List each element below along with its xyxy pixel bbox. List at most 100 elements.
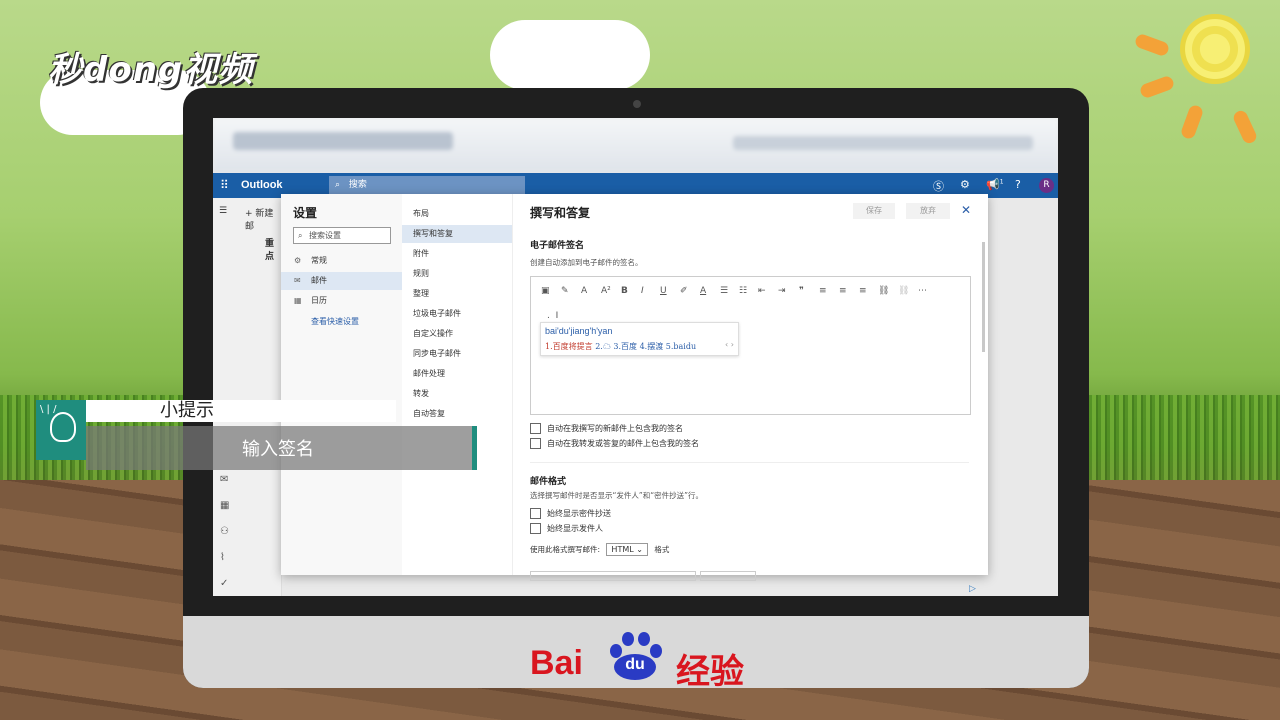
- mail-icon[interactable]: ✉: [220, 474, 228, 485]
- subcategory-forwarding[interactable]: 转发: [402, 385, 512, 403]
- avatar[interactable]: R: [1039, 178, 1054, 193]
- highlight-icon[interactable]: ✐: [680, 286, 688, 296]
- subcategory-custom-actions[interactable]: 自定义操作: [402, 325, 512, 343]
- people-icon[interactable]: ⚇: [220, 526, 229, 537]
- todo-icon[interactable]: ✓: [220, 578, 228, 589]
- italic-icon[interactable]: I: [641, 286, 644, 296]
- signature-desc: 创建自动添加到电子邮件的签名。: [530, 258, 643, 267]
- category-general[interactable]: ⚙ 常规: [281, 252, 402, 270]
- settings-title: 设置: [293, 206, 318, 220]
- underline-icon[interactable]: U: [660, 286, 667, 296]
- indent-icon[interactable]: ⇥: [778, 286, 786, 296]
- size-select-partial[interactable]: [700, 571, 756, 581]
- megaphone-icon[interactable]: 📢1: [986, 178, 1004, 191]
- ime-page-arrows[interactable]: ‹ ›: [725, 340, 734, 349]
- calendar-icon[interactable]: ▦: [220, 500, 229, 511]
- compose-reply-panel: 撰写和答复 保存 放弃 ✕ 电子邮件签名 创建自动添加到电子邮件的签名。 ▣ ✎…: [512, 194, 988, 581]
- jingyan-text: 经验: [676, 652, 744, 692]
- subcategory-auto-reply[interactable]: 自动答复: [402, 405, 512, 423]
- scrollbar[interactable]: [982, 242, 985, 352]
- left-rail: ☰ + 新建邮 重点 ✉ ▦ ⚇ ⌇ ✓: [213, 198, 282, 596]
- ime-pinyin: bai'du'jiang'h'yan: [545, 326, 613, 336]
- format-select[interactable]: HTML ⌄: [606, 543, 648, 556]
- numbering-icon[interactable]: ☷: [739, 286, 747, 296]
- font-select-partial[interactable]: [530, 571, 696, 581]
- focused-tab[interactable]: 重点: [265, 236, 281, 262]
- include-signature-new-checkbox[interactable]: 自动在我撰写的新邮件上包含我的签名: [530, 423, 683, 434]
- checkbox-label: 始终显示密件抄送: [547, 509, 611, 518]
- font-color-icon[interactable]: A: [700, 286, 706, 296]
- ime-candidate[interactable]: 3.百度: [613, 342, 637, 351]
- sun-icon: [1180, 14, 1250, 84]
- subcategory-label: 转发: [413, 389, 429, 398]
- search-input[interactable]: ⌕ 搜索: [329, 176, 525, 194]
- ime-candidate[interactable]: 5.baidu: [666, 342, 696, 351]
- discard-button[interactable]: 放弃: [906, 203, 950, 219]
- chevron-down-icon: ⌄: [636, 545, 643, 554]
- category-calendar[interactable]: ▦ 日历: [281, 292, 402, 310]
- format-label: 使用此格式撰写邮件:: [530, 545, 601, 554]
- app-title[interactable]: Outlook: [241, 179, 283, 191]
- align-left-icon[interactable]: ≡: [819, 286, 827, 296]
- format-suffix: 格式: [654, 545, 670, 554]
- outdent-icon[interactable]: ⇤: [758, 286, 766, 296]
- checkbox-label: 自动在我撰写的新邮件上包含我的签名: [547, 424, 683, 433]
- settings-search-input[interactable]: ⌕ 搜索设置: [293, 227, 391, 244]
- ime-candidate[interactable]: 2.☁: [595, 342, 611, 351]
- format-select-value: HTML: [611, 545, 634, 554]
- unlink-icon[interactable]: ⛓: [898, 286, 909, 296]
- brand-logo-top: 秒dong视频: [48, 50, 254, 90]
- help-icon[interactable]: ?: [1015, 178, 1021, 191]
- include-signature-reply-checkbox[interactable]: 自动在我转发或答复的邮件上包含我的签名: [530, 438, 699, 449]
- subcategory-label: 同步电子邮件: [413, 349, 461, 358]
- font-icon[interactable]: A: [581, 286, 587, 296]
- align-center-icon[interactable]: ≡: [839, 286, 847, 296]
- baidu-paw-text: du: [625, 656, 645, 673]
- search-icon: ⌕: [298, 231, 303, 240]
- ime-candidate[interactable]: 1.百度将提言: [545, 342, 593, 351]
- bold-icon[interactable]: B: [621, 286, 628, 296]
- hamburger-icon[interactable]: ☰: [219, 206, 227, 216]
- search-placeholder: 搜索: [348, 180, 367, 190]
- settings-search-placeholder: 搜索设置: [309, 231, 342, 240]
- subcategory-compose-reply[interactable]: 撰写和答复: [402, 225, 512, 243]
- subcategory-label: 布局: [413, 209, 429, 218]
- text-cursor-icon: . I: [547, 311, 559, 321]
- attach-icon[interactable]: ⌇: [220, 552, 225, 563]
- link-icon[interactable]: ⛓: [878, 286, 889, 296]
- play-icon[interactable]: ▷: [969, 584, 976, 594]
- subcategory-label: 自定义操作: [413, 329, 453, 338]
- subcategory-junk[interactable]: 垃圾电子邮件: [402, 305, 512, 323]
- lightbulb-rays: \ | /: [40, 404, 57, 415]
- format-painter-icon[interactable]: ✎: [561, 286, 569, 296]
- bullets-icon[interactable]: ☰: [720, 286, 728, 296]
- settings-categories: 设置 ⌕ 搜索设置 ⚙ 常规 ✉ 邮件 ▦ 日历 查看快速设置: [281, 194, 402, 575]
- show-from-checkbox[interactable]: 始终显示发件人: [530, 523, 603, 534]
- image-icon[interactable]: ▣: [541, 286, 550, 296]
- subcategory-layout[interactable]: 布局: [402, 205, 512, 223]
- format-title: 邮件格式: [530, 477, 567, 487]
- subcategory-sync[interactable]: 同步电子邮件: [402, 345, 512, 363]
- quick-settings-link[interactable]: 查看快速设置: [311, 316, 359, 327]
- subcategory-sweep[interactable]: 整理: [402, 285, 512, 303]
- skype-icon[interactable]: Ⓢ: [933, 178, 944, 194]
- save-button[interactable]: 保存: [853, 203, 895, 219]
- subcategory-attachments[interactable]: 附件: [402, 245, 512, 263]
- font-size-icon[interactable]: A²: [601, 286, 611, 296]
- signature-editor[interactable]: ▣ ✎ A A² B I U ✐ A ☰ ☷ ⇤ ⇥ ❞ ≡ ≡ ≡ ⛓ ⛓ ⋯: [530, 276, 971, 415]
- category-mail[interactable]: ✉ 邮件: [281, 272, 402, 290]
- divider: [530, 462, 969, 463]
- align-right-icon[interactable]: ≡: [859, 286, 867, 296]
- show-bcc-checkbox[interactable]: 始终显示密件抄送: [530, 508, 611, 519]
- format-row: 使用此格式撰写邮件: HTML ⌄ 格式: [530, 543, 669, 556]
- close-icon[interactable]: ✕: [961, 203, 971, 217]
- quote-icon[interactable]: ❞: [799, 286, 804, 296]
- checkbox-label: 始终显示发件人: [547, 524, 603, 533]
- subcategory-handling[interactable]: 邮件处理: [402, 365, 512, 383]
- app-launcher-icon[interactable]: ⠿: [220, 178, 229, 192]
- subcategory-rules[interactable]: 规则: [402, 265, 512, 283]
- gear-icon[interactable]: ⚙: [960, 178, 970, 191]
- ime-candidate[interactable]: 4.摆渡: [640, 342, 664, 351]
- new-message-button[interactable]: + 新建邮: [245, 206, 281, 232]
- more-icon[interactable]: ⋯: [918, 286, 927, 296]
